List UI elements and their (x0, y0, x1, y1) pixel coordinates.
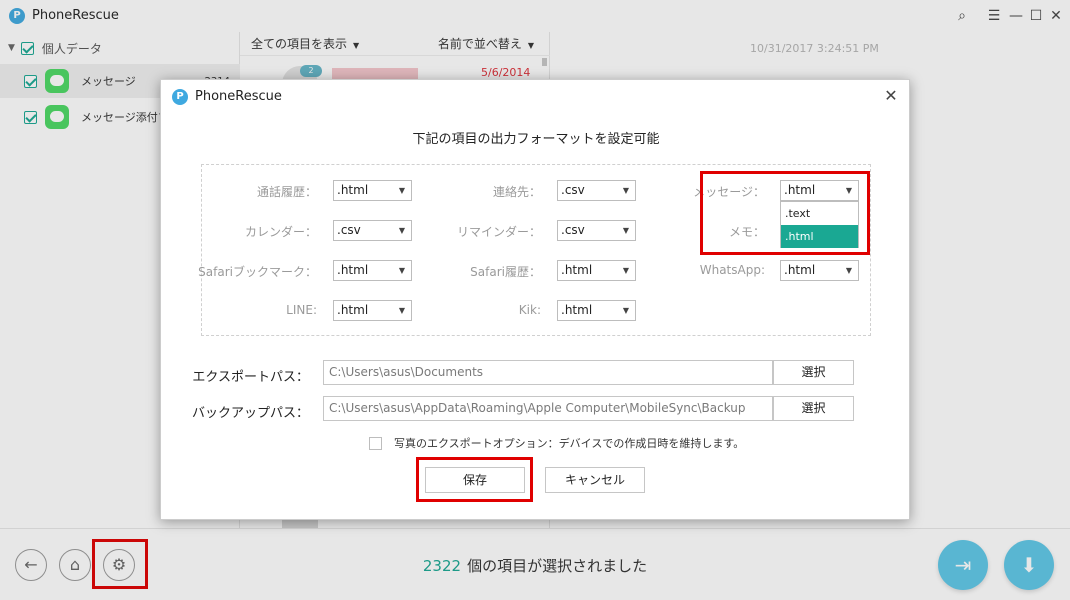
chevron-down-icon: ▼ (622, 226, 629, 235)
calendar-label: カレンダー： (244, 225, 317, 239)
whatsapp-format-select[interactable]: .html ▼ (780, 260, 859, 281)
call-history-label: 通話履歴： (256, 185, 317, 199)
photo-export-option[interactable]: 写真のエクスポートオプション：デバイスでの作成日時を維持します。 (369, 435, 744, 451)
select-value: .html (561, 303, 593, 317)
safari-bookmarks-label: Safariブックマーク： (198, 265, 317, 279)
chevron-down-icon: ▼ (398, 266, 405, 275)
chevron-down-icon: ▼ (398, 306, 405, 315)
kik-label: Kik: (518, 303, 541, 317)
reminders-label: リマインダー： (456, 225, 541, 239)
photo-option-checkbox[interactable] (369, 436, 382, 450)
backup-path-field[interactable]: C:\Users\asus\AppData\Roaming\Apple Comp… (323, 396, 773, 421)
dialog-close-button[interactable]: ✕ (881, 86, 901, 106)
messages-highlight-box (700, 171, 870, 255)
phonerescue-logo-icon: P (172, 89, 188, 105)
chevron-down-icon: ▼ (398, 186, 405, 195)
select-value: .html (337, 303, 369, 317)
backup-path-label: バックアップパス： (191, 406, 309, 421)
contacts-label: 連絡先： (492, 185, 541, 199)
chevron-down-icon: ▼ (845, 266, 852, 275)
chevron-down-icon: ▼ (622, 266, 629, 275)
chevron-down-icon: ▼ (398, 226, 405, 235)
contacts-format-select[interactable]: .csv ▼ (557, 180, 636, 201)
call-history-format-select[interactable]: .html ▼ (333, 180, 412, 201)
select-value: .csv (337, 223, 361, 237)
photo-option-label: 写真のエクスポートオプション：デバイスでの作成日時を維持します。 (394, 437, 745, 450)
select-value: .html (784, 263, 816, 277)
calendar-format-select[interactable]: .csv ▼ (333, 220, 412, 241)
close-icon: ✕ (884, 86, 898, 105)
reminders-format-select[interactable]: .csv ▼ (557, 220, 636, 241)
export-path-select-button[interactable]: 選択 (773, 360, 854, 385)
chevron-down-icon: ▼ (622, 186, 629, 195)
export-path-field[interactable]: C:\Users\asus\Documents (323, 360, 773, 385)
line-label: LINE: (286, 303, 317, 317)
select-value: .csv (561, 223, 585, 237)
safari-bookmarks-format-select[interactable]: .html ▼ (333, 260, 412, 281)
select-value: .csv (561, 183, 585, 197)
select-value: .html (561, 263, 593, 277)
safari-history-label: Safari履歴： (470, 265, 541, 279)
cancel-button[interactable]: キャンセル (545, 467, 645, 493)
whatsapp-label: WhatsApp: (699, 263, 765, 277)
export-format-dialog: P PhoneRescue ✕ 下記の項目の出力フォーマットを設定可能 通話履歴… (160, 79, 910, 520)
select-value: .html (337, 183, 369, 197)
save-highlight-box (416, 457, 533, 502)
export-path-label: エクスポートパス： (192, 370, 309, 385)
dialog-heading: 下記の項目の出力フォーマットを設定可能 (412, 132, 660, 147)
safari-history-format-select[interactable]: .html ▼ (557, 260, 636, 281)
kik-format-select[interactable]: .html ▼ (557, 300, 636, 321)
line-format-select[interactable]: .html ▼ (333, 300, 412, 321)
chevron-down-icon: ▼ (622, 306, 629, 315)
select-value: .html (337, 263, 369, 277)
backup-path-select-button[interactable]: 選択 (773, 396, 854, 421)
dialog-title: PhoneRescue (195, 89, 282, 104)
